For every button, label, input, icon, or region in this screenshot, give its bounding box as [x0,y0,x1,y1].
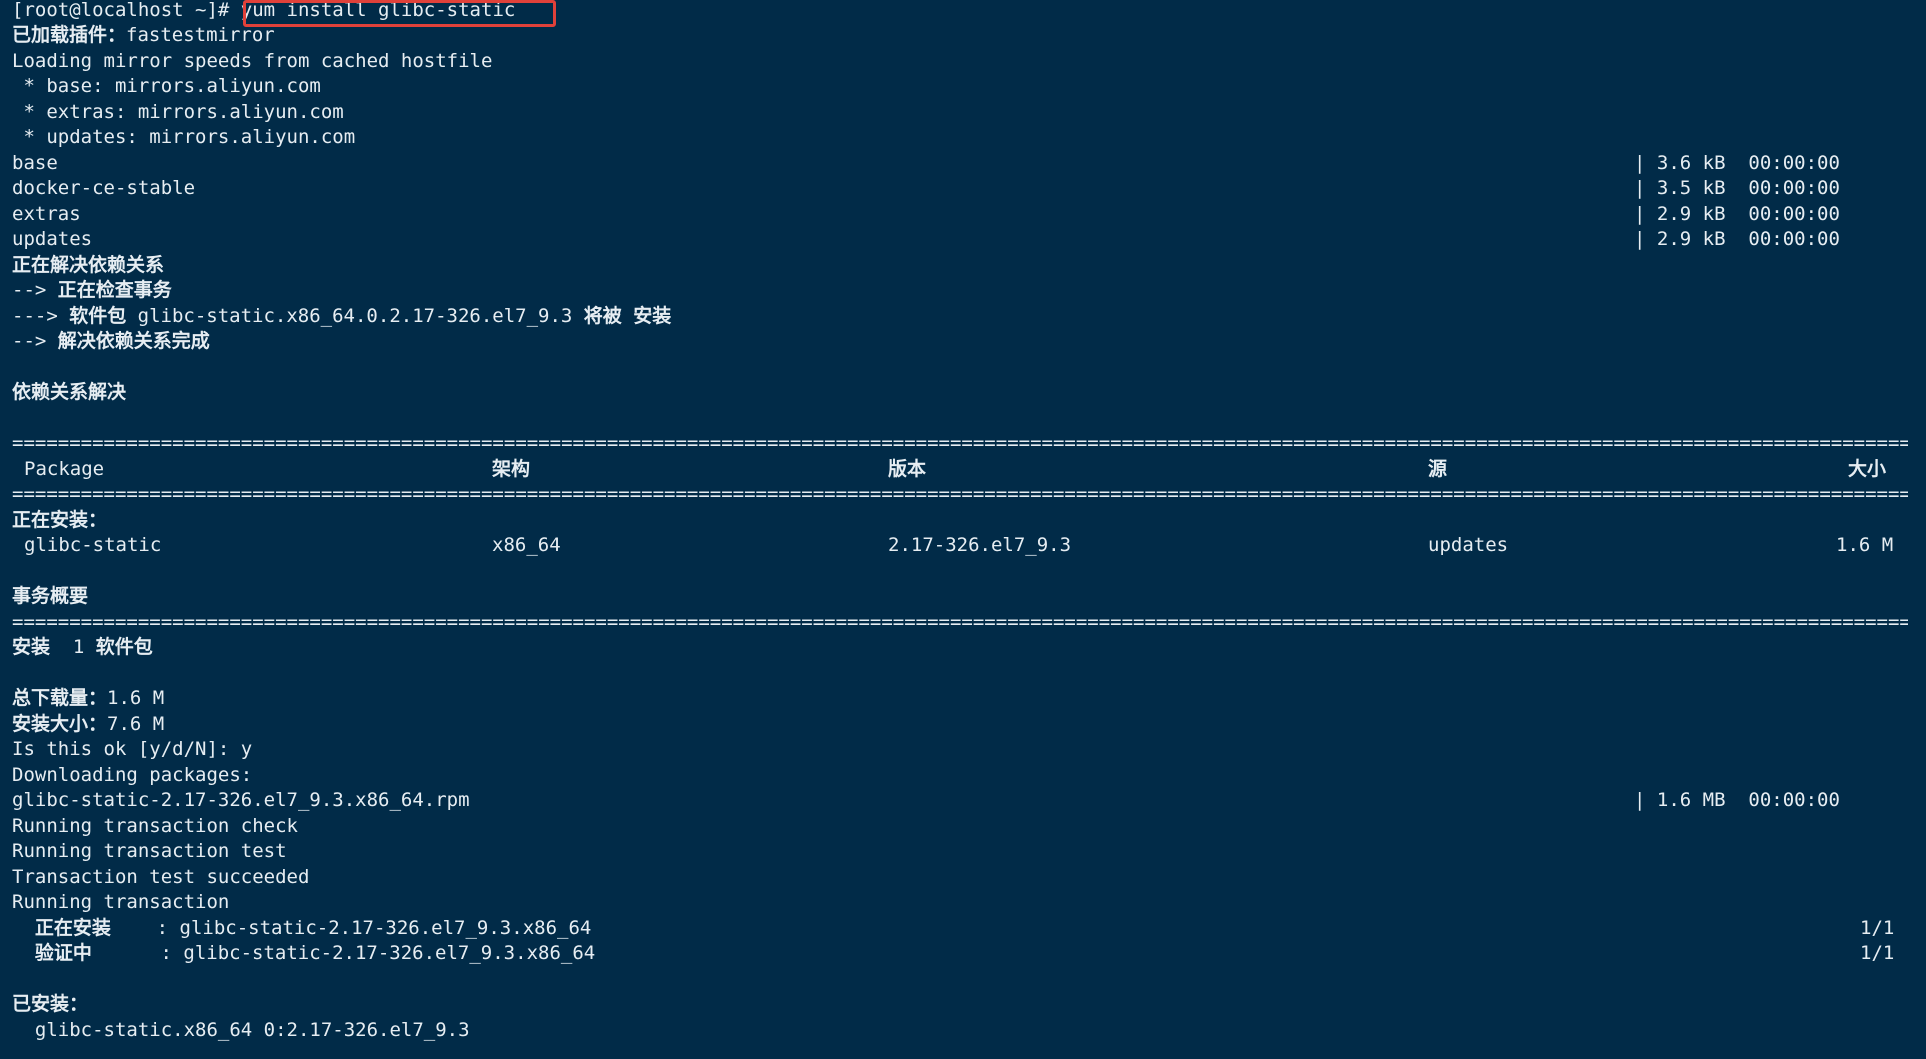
install-step: 验证中 : glibc-static-2.17-326.el7_9.3.x86_… [12,942,596,964]
install-step: 正在安装 : glibc-static-2.17-326.el7_9.3.x86… [12,916,592,939]
output-line: Downloading packages: [12,763,253,786]
install-step-progress: 1/1 [1860,916,1895,939]
section-heading: 事务概要 [12,585,89,607]
table-cell: updates [1428,534,1509,556]
command-highlight-box [243,0,556,27]
install-step-progress: 1/1 [1860,942,1895,964]
repo-name: updates [12,228,93,250]
output-line: * base: mirrors.aliyun.com [12,75,321,97]
shell-prompt: [root@localhost ~]# [12,0,241,21]
output-line: ---> 软件包 glibc-static.x86_64.0.2.17-326.… [12,304,672,327]
output-line: Running transaction test [12,840,287,862]
summary-install: 安装 1 软件包 [12,636,153,658]
column-header: 架构 [492,457,531,480]
output-line-plugins: 已加载插件：fastestmirror [12,24,275,46]
column-header: 版本 [888,457,927,480]
terminal-window[interactable]: [root@localhost ~]# yum install glibc-st… [0,0,1926,1059]
table-cell: 1.6 M [1836,534,1894,556]
output-line: * extras: mirrors.aliyun.com [12,100,344,123]
repo-stats: | 2.9 kB 00:00:00 [1634,228,1840,250]
output-line: Loading mirror speeds from cached hostfi… [12,49,493,72]
table-cell: x86_64 [492,534,561,556]
output-line: Running transaction check [12,814,298,837]
output-line: * updates: mirrors.aliyun.com [12,126,356,148]
table-cell: glibc-static [24,534,162,556]
repo-name: extras [12,202,81,225]
table-divider: ========================================… [12,483,1908,505]
summary-size: 安装大小：7.6 M [12,712,165,735]
output-line: Is this ok [y/d/N]: y [12,738,253,760]
repo-stats: | 2.9 kB 00:00:00 [1634,202,1840,225]
table-cell: 2.17-326.el7_9.3 [888,534,1072,556]
installed-package: glibc-static.x86_64 0:2.17-326.el7_9.3 [12,1018,470,1041]
output-line: Transaction test succeeded [12,865,310,888]
table-divider: ========================================… [12,610,1908,633]
table-group-label: 正在安装： [12,508,108,531]
output-line: 正在解决依赖关系 [12,253,165,276]
repo-name: base [12,151,58,174]
download-stats: | 1.6 MB 00:00:00 [1634,789,1840,811]
column-header: Package [24,457,105,480]
section-heading: 依赖关系解决 [12,381,127,403]
output-line: --> 正在检查事务 [12,279,172,301]
repo-name: docker-ce-stable [12,177,196,199]
download-file: glibc-static-2.17-326.el7_9.3.x86_64.rpm [12,789,470,811]
installed-heading: 已安装： [12,993,89,1015]
output-line: Running transaction [12,891,230,913]
table-divider: ========================================… [12,432,1908,454]
summary-download: 总下载量：1.6 M [12,687,165,709]
repo-stats: | 3.6 kB 00:00:00 [1634,151,1840,174]
column-header: 源 [1428,457,1448,480]
output-line: --> 解决依赖关系完成 [12,330,210,352]
repo-stats: | 3.5 kB 00:00:00 [1634,177,1840,199]
column-header: 大小 [1848,457,1887,480]
